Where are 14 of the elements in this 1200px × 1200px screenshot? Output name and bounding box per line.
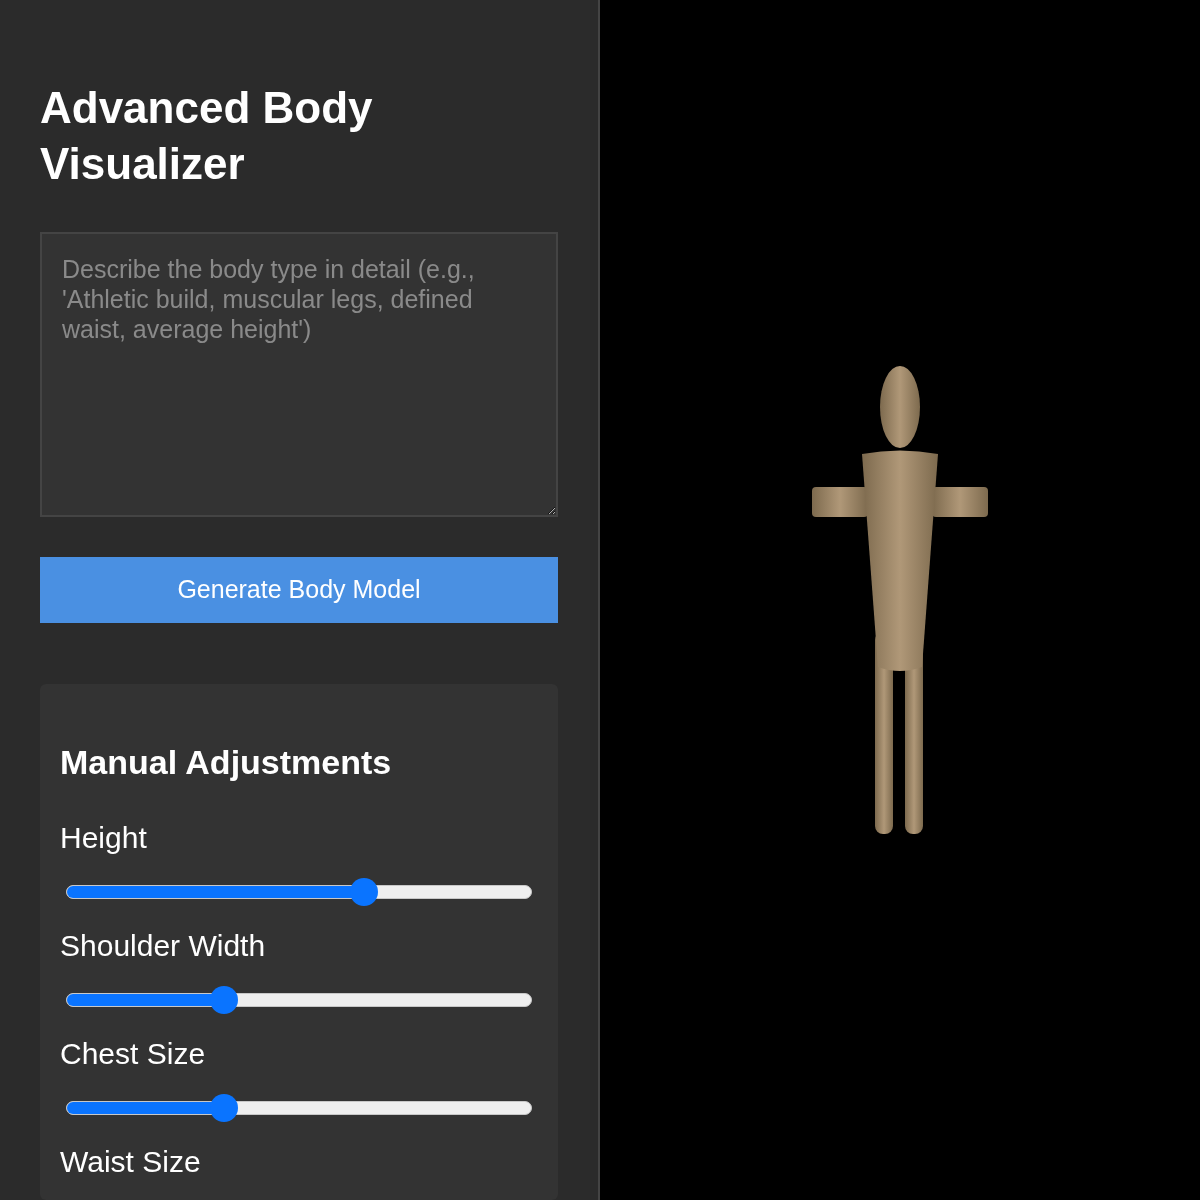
slider-thumb[interactable] xyxy=(210,986,239,1014)
slider-label: Height xyxy=(60,820,147,856)
slider[interactable] xyxy=(66,878,532,906)
app-title: Advanced Body Visualizer xyxy=(40,82,374,190)
description-field[interactable]: Describe the body type in detail (e.g., 'Athletic build, muscular legs, defined waist, average height') xyxy=(40,232,558,517)
slider-thumb[interactable] xyxy=(350,878,379,906)
slider-thumb[interactable] xyxy=(210,1094,239,1122)
slider[interactable] xyxy=(66,986,532,1014)
slider-label: Waist Size xyxy=(60,1144,201,1180)
slider-label: Chest Size xyxy=(60,1036,206,1072)
generate-button[interactable]: Generate Body Model xyxy=(40,556,558,623)
slider-label: Shoulder Width xyxy=(60,928,266,964)
section-title: Manual Adjustments xyxy=(60,742,393,783)
slider[interactable] xyxy=(66,1094,532,1122)
